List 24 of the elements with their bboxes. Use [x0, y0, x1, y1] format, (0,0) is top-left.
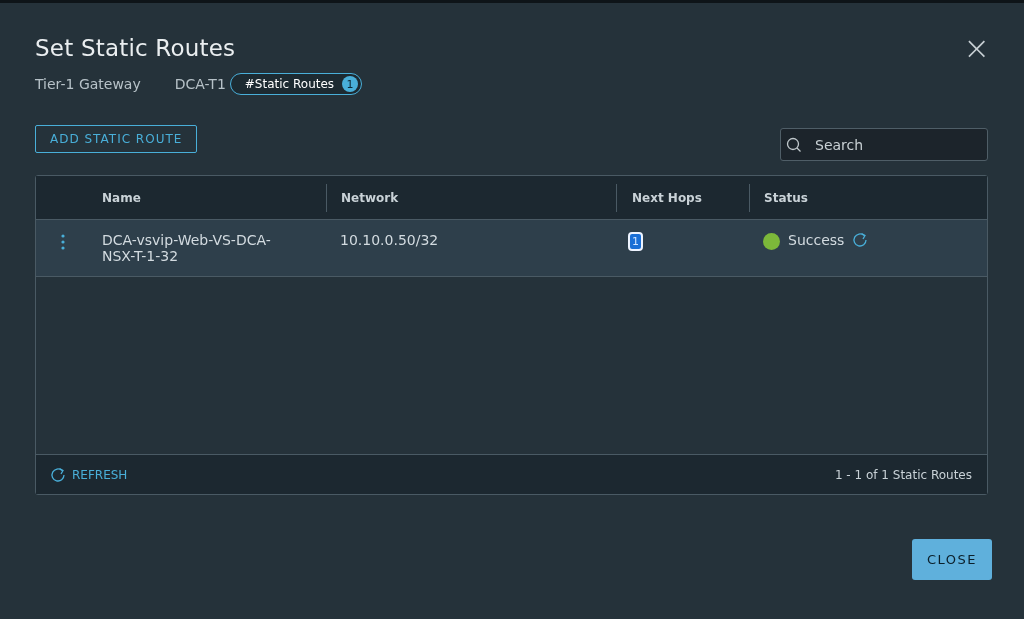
- table-row[interactable]: DCA-vsvip-Web-VS-DCA-NSX-T-1-32 10.10.0.50/32 1 Success: [36, 220, 987, 277]
- count-badge: 1: [342, 76, 359, 92]
- more-options-icon: [61, 234, 65, 250]
- refresh-button[interactable]: REFRESH: [50, 466, 128, 483]
- pagination-count: 1 - 1 of 1 Static Routes: [834, 467, 972, 482]
- column-header[interactable]: Status: [749, 183, 987, 212]
- refresh-icon[interactable]: [852, 232, 869, 248]
- search-field[interactable]: Search: [780, 128, 988, 161]
- next-hops-link[interactable]: 1: [628, 232, 643, 251]
- gateway-label: Tier-1 Gateway: [35, 76, 141, 92]
- column-header[interactable]: Name: [90, 190, 326, 205]
- static-routes-link[interactable]: #Static Routes 1: [229, 73, 363, 95]
- close-button[interactable]: CLOSE: [911, 539, 992, 580]
- table-cell-text: 10.10.0.50/32: [339, 231, 440, 250]
- gateway-name: DCA-T1: [174, 76, 226, 92]
- add-static-route-button[interactable]: ADD STATIC ROUTE: [35, 125, 198, 153]
- column-header[interactable]: Next Hops: [616, 183, 749, 212]
- dialog-title: Set Static Routes: [35, 35, 236, 61]
- status-text: Success: [788, 232, 845, 248]
- close-button[interactable]: ×: [963, 35, 990, 61]
- refresh-icon: [50, 466, 66, 483]
- table-cell-text: DCA-vsvip-Web-VS-DCA-NSX-T-1-32: [102, 232, 272, 264]
- column-header[interactable]: Network: [326, 183, 616, 212]
- search-icon: [786, 137, 802, 153]
